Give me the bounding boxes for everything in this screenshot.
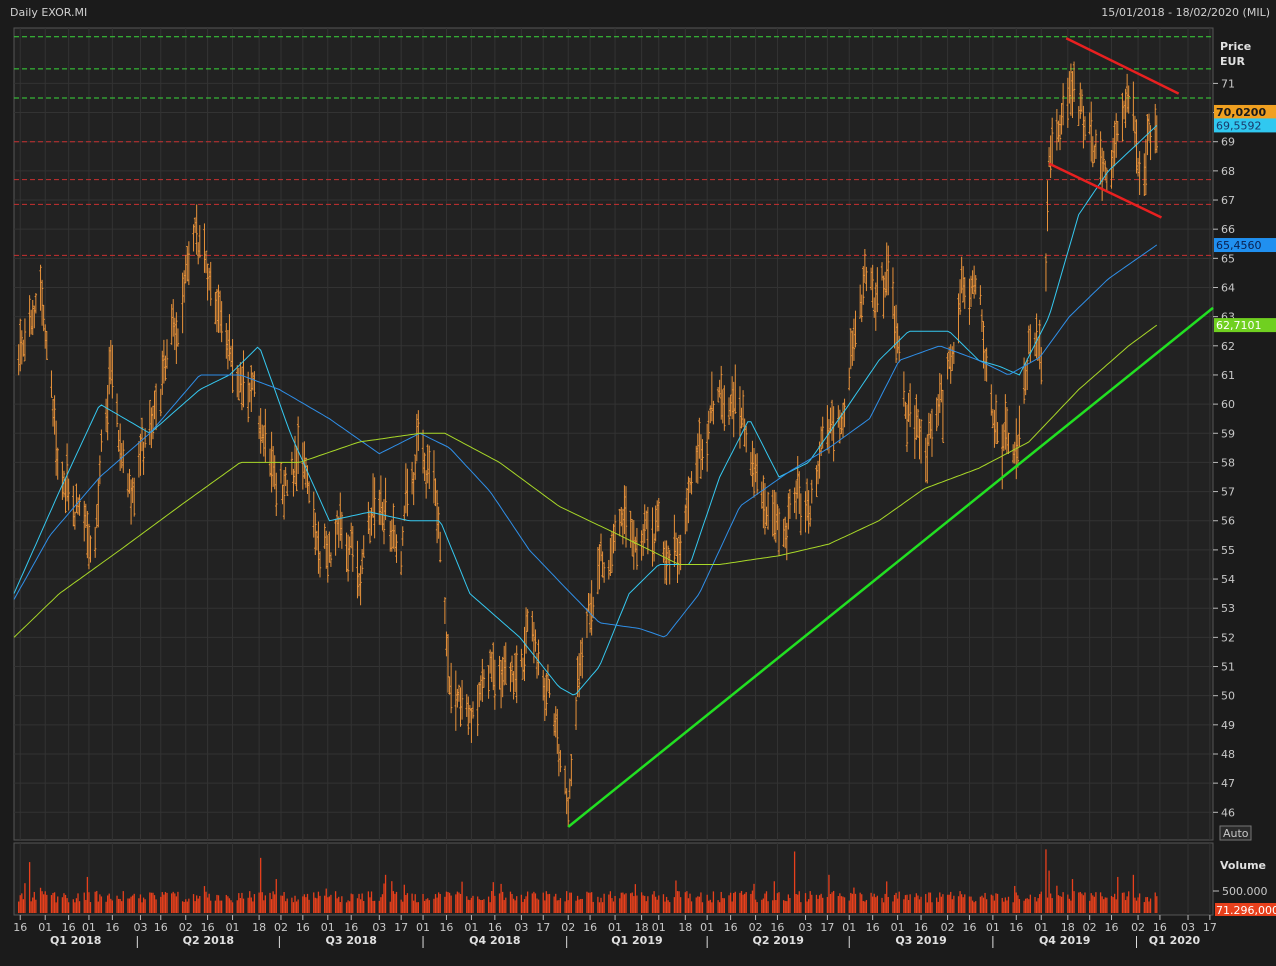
volume-axis-label: Volume [1220,859,1266,872]
x-tick-label: 16 [1105,921,1119,934]
x-tick-label: 16 [344,921,358,934]
x-tick-label: 02 [1083,921,1097,934]
x-tick-label: 01 [226,921,240,934]
price-axis-label-1: Price [1220,40,1251,53]
x-tick-label: 01 [986,921,1000,934]
y-tick-label: 46 [1221,806,1235,819]
x-tick-label: 03 [1181,921,1195,934]
quarter-label: Q4 2019 [1039,934,1090,947]
y-tick-label: 56 [1221,515,1235,528]
y-tick-label: 64 [1221,281,1235,294]
quarter-label: Q2 2018 [183,934,234,947]
x-tick-label: 02 [1131,921,1145,934]
ma-short-label-value: 69,5592 [1216,119,1262,132]
y-tick-label: 66 [1221,223,1235,236]
y-tick-label: 47 [1221,777,1235,790]
x-tick-label: 01 [652,921,666,934]
x-tick-label: 16 [1153,921,1167,934]
x-tick-label: 02 [179,921,193,934]
x-tick-label: 01 [82,921,96,934]
x-tick-label: 01 [464,921,478,934]
x-tick-label: 18 [678,921,692,934]
x-tick-label: 16 [866,921,880,934]
x-tick-label: 02 [749,921,763,934]
last-price-label-value: 70,0200 [1216,106,1266,119]
x-tick-label: 16 [62,921,76,934]
x-tick-label: 16 [770,921,784,934]
x-tick-label: 17 [394,921,408,934]
y-tick-label: 49 [1221,719,1235,732]
y-tick-label: 67 [1221,194,1235,207]
y-tick-label: 54 [1221,573,1235,586]
quarter-label: Q3 2018 [325,934,376,947]
y-tick-label: 60 [1221,398,1235,411]
x-tick-label: 16 [583,921,597,934]
x-tick-label: 01 [1034,921,1048,934]
x-tick-label: 03 [799,921,813,934]
x-tick-label: 16 [105,921,119,934]
ma-mid-label-value: 65,4560 [1216,239,1262,252]
x-tick-label: 16 [201,921,215,934]
y-tick-label: 58 [1221,456,1235,469]
x-tick-label: 16 [13,921,27,934]
x-tick-label: 01 [38,921,52,934]
quarter-label: Q4 2018 [469,934,520,947]
auto-scale-label: Auto [1223,827,1249,840]
volume-last-value: 71.296,000 [1216,904,1276,917]
y-tick-label: 53 [1221,602,1235,615]
x-tick-label: 16 [724,921,738,934]
x-tick-label: 17 [820,921,834,934]
x-tick-label: 02 [941,921,955,934]
x-tick-label: 03 [133,921,147,934]
x-tick-label: 16 [439,921,453,934]
chart-title: Daily EXOR.MI [10,6,87,19]
x-tick-label: 01 [842,921,856,934]
y-tick-label: 68 [1221,165,1235,178]
y-tick-label: 65 [1221,252,1235,265]
x-tick-label: 01 [608,921,622,934]
x-tick-label: 16 [488,921,502,934]
x-tick-label: 16 [154,921,168,934]
x-tick-label: 16 [296,921,310,934]
y-tick-label: 69 [1221,136,1235,149]
quarter-label: Q1 2019 [611,934,662,947]
quarter-label: Q3 2019 [895,934,946,947]
y-tick-label: 62 [1221,340,1235,353]
x-tick-label: 01 [321,921,335,934]
x-tick-label: 16 [1009,921,1023,934]
y-tick-label: 57 [1221,486,1235,499]
price-pane[interactable] [13,27,1214,841]
x-tick-label: 03 [372,921,386,934]
y-tick-label: 48 [1221,748,1235,761]
y-tick-label: 59 [1221,427,1235,440]
quarter-label: Q1 2018 [50,934,101,947]
x-tick-label: 03 [514,921,528,934]
x-tick-label: 01 [891,921,905,934]
x-tick-label: 02 [274,921,288,934]
y-tick-label: 52 [1221,631,1235,644]
price-chart[interactable]: Daily EXOR.MI 15/01/2018 - 18/02/2020 (M… [0,0,1276,966]
volume-tick-label: 500.000 [1222,885,1268,898]
y-tick-label: 55 [1221,544,1235,557]
ma-long-label-value: 62,7101 [1216,319,1262,332]
x-tick-label: 01 [416,921,430,934]
x-tick-label: 18 [1061,921,1075,934]
price-axis-label-2: EUR [1220,55,1245,68]
x-tick-label: 18 [635,921,649,934]
date-range: 15/01/2018 - 18/02/2020 (MIL) [1101,6,1270,19]
x-tick-label: 16 [962,921,976,934]
y-tick-label: 61 [1221,369,1235,382]
y-tick-label: 50 [1221,690,1235,703]
x-tick-label: 01 [700,921,714,934]
x-tick-label: 18 [252,921,266,934]
x-tick-label: 02 [561,921,575,934]
x-tick-label: 17 [536,921,550,934]
quarter-label: Q2 2019 [752,934,803,947]
y-tick-label: 71 [1221,77,1235,90]
y-tick-label: 51 [1221,661,1235,674]
x-tick-label: 16 [914,921,928,934]
x-tick-label: 17 [1203,921,1217,934]
quarter-label: Q1 2020 [1149,934,1201,947]
